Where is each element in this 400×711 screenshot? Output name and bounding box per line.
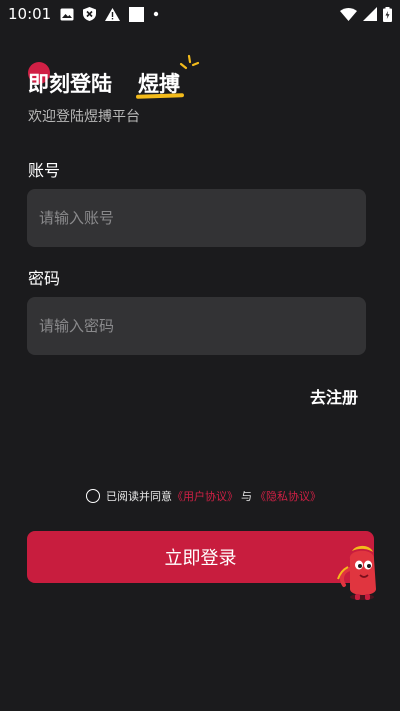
signal-icon	[363, 7, 377, 21]
privacy-policy-link[interactable]: 《隐私协议》	[255, 488, 321, 504]
status-system-icons	[340, 6, 392, 22]
page-title: 即刻登陆	[28, 72, 112, 96]
status-time: 10:01	[8, 5, 52, 23]
user-agreement-link[interactable]: 《用户协议》	[172, 488, 238, 504]
password-label: 密码	[28, 269, 61, 288]
password-input[interactable]	[27, 297, 366, 355]
account-input[interactable]	[27, 189, 366, 247]
agreement-row: 已阅读并同意 《用户协议》 与 《隐私协议》	[86, 488, 321, 504]
blocked-icon	[83, 7, 96, 21]
battery-charging-icon	[383, 6, 392, 22]
square-icon	[129, 6, 144, 22]
account-label: 账号	[28, 161, 61, 180]
status-bar: 10:01	[0, 0, 400, 28]
login-button[interactable]: 立即登录	[27, 531, 374, 583]
agreement-prefix: 已阅读并同意	[106, 490, 172, 503]
page-subtitle: 欢迎登陆煜搏平台	[28, 109, 140, 125]
image-icon	[60, 8, 74, 20]
agreement-conjunction: 与	[241, 490, 252, 503]
agreement-checkbox[interactable]	[86, 489, 100, 503]
status-notification-icons	[60, 6, 159, 22]
register-link[interactable]: 去注册	[310, 384, 358, 408]
dot-icon	[153, 11, 159, 17]
warning-icon	[105, 7, 120, 21]
spark-icon	[179, 54, 200, 70]
wifi-icon	[340, 7, 357, 21]
mascot-icon	[337, 545, 376, 600]
